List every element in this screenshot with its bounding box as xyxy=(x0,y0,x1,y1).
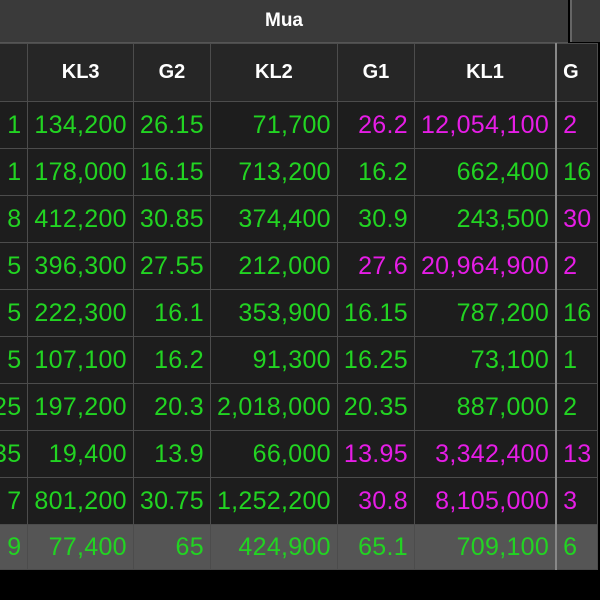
cell-g1: 65.1 xyxy=(336,524,415,570)
cell-kl1: 887,000 xyxy=(413,383,557,431)
cell-kl1: 73,100 xyxy=(413,336,557,384)
cell-prev: 1 xyxy=(0,101,29,149)
cell-kl2: 374,400 xyxy=(209,195,338,243)
cell-kl1: 662,400 xyxy=(413,148,557,196)
cell-next: 3 xyxy=(555,477,599,525)
cell-kl3: 801,200 xyxy=(27,477,134,525)
price-table: KL3 G2 KL2 G1 KL1 G 1 134,200 26.15 71,700 2… xyxy=(0,43,599,570)
footer-strip xyxy=(0,578,600,600)
cell-kl2: 2,018,000 xyxy=(209,383,338,431)
column-header-kl1[interactable]: KL1 xyxy=(413,43,557,102)
cell-kl3: 222,300 xyxy=(27,289,134,337)
cell-prev: 25 xyxy=(0,383,29,431)
cell-next: 16 xyxy=(555,289,599,337)
cell-kl2: 91,300 xyxy=(209,336,338,384)
cell-prev: 5 xyxy=(0,336,29,384)
cell-g2: 65 xyxy=(132,524,211,570)
table-row[interactable]: 1 178,000 16.15 713,200 16.2 662,400 16 xyxy=(0,148,599,196)
cell-prev: 1 xyxy=(0,148,29,196)
cell-kl1: 709,100 xyxy=(413,524,557,570)
table-row[interactable]: 25197,20020.32,018,00020.35887,0002 xyxy=(0,383,599,431)
cell-g2: 16.15 xyxy=(132,148,211,196)
cell-kl3: 134,200 xyxy=(27,101,134,149)
cell-next: 2 xyxy=(555,383,599,431)
cell-kl2: 212,000 xyxy=(209,242,338,290)
cell-g1: 27.6 xyxy=(336,242,415,290)
cell-g1: 16.2 xyxy=(336,148,415,196)
cell-kl3: 19,400 xyxy=(27,430,134,478)
column-header-g2[interactable]: G2 xyxy=(132,43,211,102)
cell-g1: 30.8 xyxy=(336,477,415,525)
cell-kl2: 353,900 xyxy=(209,289,338,337)
cell-g1: 26.2 xyxy=(336,101,415,149)
column-header-kl2[interactable]: KL2 xyxy=(209,43,338,102)
cell-g1: 13.95 xyxy=(336,430,415,478)
cell-kl3: 412,200 xyxy=(27,195,134,243)
cell-g2: 30.75 xyxy=(132,477,211,525)
cell-kl1: 3,342,400 xyxy=(413,430,557,478)
buy-group-label: Mua xyxy=(265,10,303,31)
cell-prev: 8 xyxy=(0,195,29,243)
cell-g2: 16.2 xyxy=(132,336,211,384)
cell-next: 13 xyxy=(555,430,599,478)
table-row[interactable]: 5 222,300 16.1 353,900 16.15 787,200 16 xyxy=(0,289,599,337)
table-row[interactable]: 5 107,100 16.2 91,300 16.25 73,100 1 xyxy=(0,336,599,384)
cell-kl3: 197,200 xyxy=(27,383,134,431)
cell-g1: 30.9 xyxy=(336,195,415,243)
next-group-header xyxy=(570,0,600,42)
cell-prev: 5 xyxy=(0,289,29,337)
table-row[interactable]: 7 801,200 30.75 1,252,200 30.8 8,105,000 3 xyxy=(0,477,599,525)
cell-kl1: 12,054,100 xyxy=(413,101,557,149)
cell-kl1: 787,200 xyxy=(413,289,557,337)
cell-g1: 16.25 xyxy=(336,336,415,384)
column-header-prev xyxy=(0,43,29,102)
cell-kl3: 107,100 xyxy=(27,336,134,384)
cell-prev: 35 xyxy=(0,430,29,478)
cell-g2: 30.85 xyxy=(132,195,211,243)
table-row[interactable]: 3519,40013.966,00013.953,342,40013 xyxy=(0,430,599,478)
cell-kl1: 8,105,000 xyxy=(413,477,557,525)
cell-kl3: 178,000 xyxy=(27,148,134,196)
cell-kl1: 20,964,900 xyxy=(413,242,557,290)
column-header-kl3[interactable]: KL3 xyxy=(27,43,134,102)
cell-g2: 20.3 xyxy=(132,383,211,431)
cell-next: 30 xyxy=(555,195,599,243)
column-header-row: KL3 G2 KL2 G1 KL1 G xyxy=(0,43,599,102)
column-header-g1[interactable]: G1 xyxy=(336,43,415,102)
cell-next: 2 xyxy=(555,101,599,149)
cell-g2: 16.1 xyxy=(132,289,211,337)
cell-g2: 27.55 xyxy=(132,242,211,290)
cell-kl2: 424,900 xyxy=(209,524,338,570)
table-row[interactable]: 5 396,300 27.55 212,000 27.6 20,964,900 2 xyxy=(0,242,599,290)
cell-kl3: 77,400 xyxy=(27,524,134,570)
cell-g1: 20.35 xyxy=(336,383,415,431)
cell-prev: 5 xyxy=(0,242,29,290)
cell-kl2: 66,000 xyxy=(209,430,338,478)
cell-g1: 16.15 xyxy=(336,289,415,337)
table-row[interactable]: 1 134,200 26.15 71,700 26.2 12,054,100 2 xyxy=(0,101,599,149)
cell-kl2: 71,700 xyxy=(209,101,338,149)
cell-next: 2 xyxy=(555,242,599,290)
cell-prev: 7 xyxy=(0,477,29,525)
price-board: Mua KL3 G2 KL2 G1 KL1 G 1 134,200 26.15 71,… xyxy=(0,0,600,600)
table-row[interactable]: 8 412,200 30.85 374,400 30.9 243,500 30 xyxy=(0,195,599,243)
column-header-next[interactable]: G xyxy=(555,43,599,102)
cell-next: 16 xyxy=(555,148,599,196)
cell-g2: 13.9 xyxy=(132,430,211,478)
cell-next: 6 xyxy=(555,524,599,570)
buy-group-header: Mua xyxy=(0,0,568,43)
cell-kl3: 396,300 xyxy=(27,242,134,290)
cell-kl2: 1,252,200 xyxy=(209,477,338,525)
table-row[interactable]: 9 77,400 65 424,900 65.1 709,100 6 xyxy=(0,524,599,570)
cell-kl1: 243,500 xyxy=(413,195,557,243)
cell-g2: 26.15 xyxy=(132,101,211,149)
cell-kl2: 713,200 xyxy=(209,148,338,196)
cell-prev: 9 xyxy=(0,524,29,570)
cell-next: 1 xyxy=(555,336,599,384)
